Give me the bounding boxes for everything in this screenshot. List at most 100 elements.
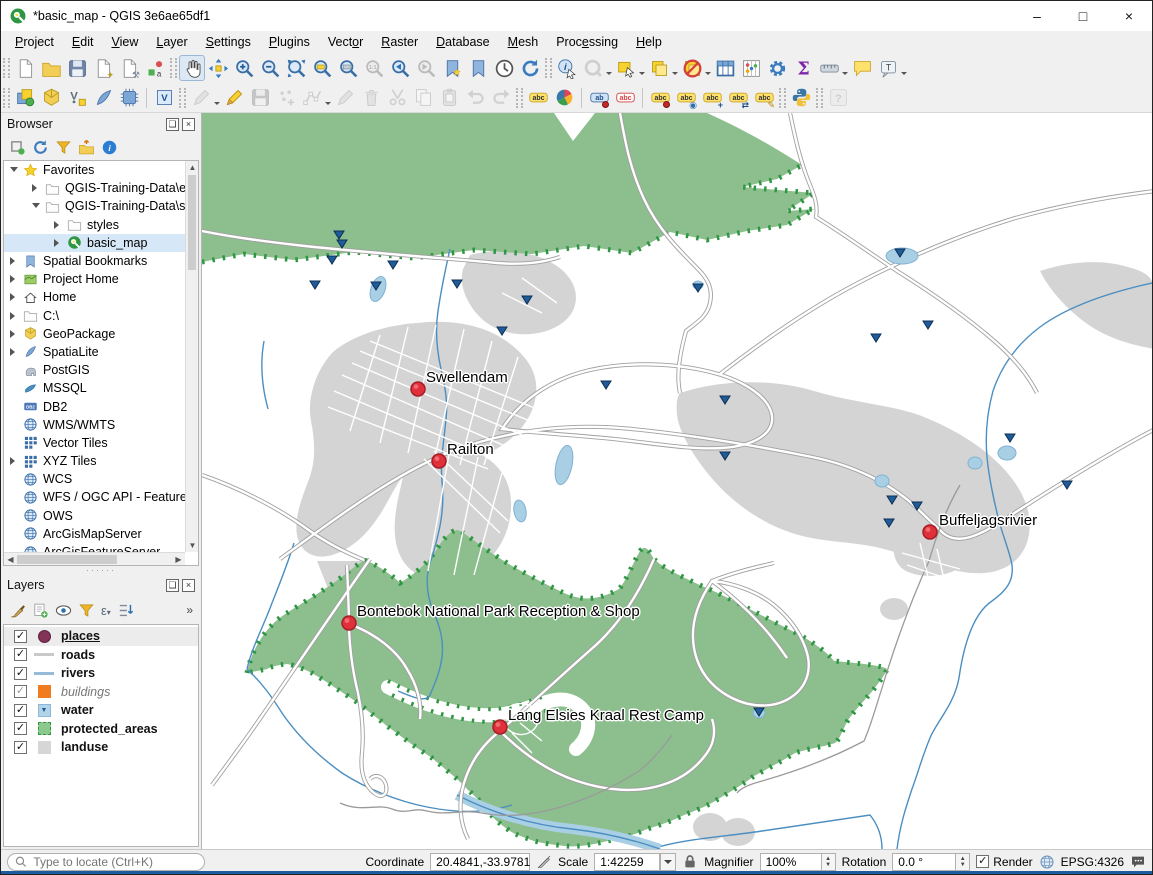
zoom-to-selection-button[interactable]	[309, 55, 335, 81]
processing-toolbox-button[interactable]	[764, 55, 790, 81]
scale-dropdown[interactable]	[660, 853, 676, 871]
create-label-button[interactable]: +	[699, 85, 725, 111]
browser-horizontal-scrollbar[interactable]: ◀ ▶	[4, 552, 185, 565]
toggle-editing-button[interactable]	[221, 85, 247, 111]
new-geopackage-layer-button[interactable]	[38, 85, 64, 111]
zoom-last-button[interactable]	[387, 55, 413, 81]
open-layer-styling-icon[interactable]	[9, 602, 26, 619]
zoom-full-extent-button[interactable]	[283, 55, 309, 81]
select-by-value-dropdown[interactable]	[672, 72, 678, 78]
new-print-layout-button[interactable]: ✦	[90, 55, 116, 81]
measure-dropdown[interactable]	[842, 72, 848, 78]
menu-settings[interactable]: Settings	[197, 33, 260, 51]
temporal-controller-button[interactable]	[491, 55, 517, 81]
browser-item-basic-map[interactable]: basic_map	[4, 234, 185, 252]
select-features-dropdown[interactable]	[639, 72, 645, 78]
layer-checkbox[interactable]: ✓	[14, 685, 27, 698]
scrollbar-thumb[interactable]	[17, 555, 117, 564]
refresh-map-button[interactable]	[517, 55, 543, 81]
coordinate-input[interactable]: 20.4841,-33.9781	[430, 853, 530, 871]
new-project-button[interactable]	[12, 55, 38, 81]
browser-item-ows[interactable]: OWS	[4, 507, 185, 525]
layer-row-water[interactable]: ✓▼water	[4, 701, 198, 720]
statistical-summary-button[interactable]	[738, 55, 764, 81]
tracking-icon[interactable]	[536, 854, 552, 870]
browser-item-arcgis-feature-server[interactable]: ArcGisFeatureServer	[4, 543, 185, 552]
title-bar[interactable]: *basic_map - QGIS 3e6ae65df1 – □ ×	[1, 1, 1152, 31]
toolbar-grip[interactable]	[516, 88, 523, 108]
pan-to-selection-button[interactable]	[205, 55, 231, 81]
layers-float-button[interactable]: ❏	[166, 579, 179, 592]
browser-item-wms-wmts[interactable]: WMS/WMTS	[4, 416, 185, 434]
pan-map-button[interactable]	[179, 55, 205, 81]
layer-checkbox[interactable]: ✓	[14, 704, 27, 717]
properties-widget-icon[interactable]	[101, 139, 118, 156]
browser-item-project-home[interactable]: Project Home	[4, 270, 185, 288]
measure-line-button[interactable]	[816, 55, 842, 81]
crs-status[interactable]: EPSG:4326	[1061, 855, 1124, 869]
menu-layer[interactable]: Layer	[147, 33, 196, 51]
text-annotation-button[interactable]	[875, 55, 901, 81]
menu-plugins[interactable]: Plugins	[260, 33, 319, 51]
minimize-button[interactable]: –	[1014, 1, 1060, 31]
new-spatialite-layer-button[interactable]	[90, 85, 116, 111]
open-data-source-manager-button[interactable]	[12, 85, 38, 111]
open-project-button[interactable]	[38, 55, 64, 81]
menu-edit[interactable]: Edit	[63, 33, 103, 51]
browser-item-db2[interactable]: DB2	[4, 397, 185, 415]
browser-item-geopackage[interactable]: GeoPackage	[4, 325, 185, 343]
show-statistical-summary-button[interactable]	[790, 55, 816, 81]
browser-item-mssql[interactable]: MSSQL	[4, 379, 185, 397]
vertex-tool-dropdown[interactable]	[325, 102, 331, 108]
expand-collapse-all-icon[interactable]	[117, 602, 134, 619]
browser-item-training-data-s[interactable]: QGIS-Training-Data\s	[4, 197, 185, 215]
browser-item-spatial-bookmarks[interactable]: Spatial Bookmarks	[4, 252, 185, 270]
open-attribute-table-button[interactable]	[712, 55, 738, 81]
locator-search[interactable]	[7, 853, 205, 871]
rotation-spinbox[interactable]: 0.0 °	[892, 853, 956, 871]
layer-row-landuse[interactable]: ✓landuse	[4, 738, 198, 757]
layer-checkbox[interactable]: ✓	[14, 667, 27, 680]
layers-toolbar-overflow[interactable]: »	[186, 603, 193, 617]
refresh-browser-icon[interactable]	[32, 139, 49, 156]
browser-close-button[interactable]: ×	[182, 118, 195, 131]
close-button[interactable]: ×	[1106, 1, 1152, 31]
layer-row-protected-areas[interactable]: ✓protected_areas	[4, 720, 198, 739]
show-spatial-bookmarks-button[interactable]	[465, 55, 491, 81]
add-selected-layers-icon[interactable]	[9, 139, 26, 156]
browser-item-favorites[interactable]: Favorites	[4, 161, 185, 179]
toolbar-grip[interactable]	[170, 58, 177, 78]
new-shapefile-layer-button[interactable]	[64, 85, 90, 111]
toolbar-grip[interactable]	[779, 88, 786, 108]
browser-item-home[interactable]: Home	[4, 288, 185, 306]
browser-float-button[interactable]: ❏	[166, 118, 179, 131]
layer-checkbox[interactable]: ✓	[14, 648, 27, 661]
pin-unpin-labels-button[interactable]	[586, 85, 612, 111]
magnifier-spin-buttons[interactable]: ▲▼	[822, 853, 836, 871]
collapse-all-icon[interactable]	[78, 139, 95, 156]
layer-row-places[interactable]: ✓places	[4, 627, 198, 646]
layer-row-rivers[interactable]: ✓rivers	[4, 664, 198, 683]
magnifier-spinbox[interactable]: 100%	[760, 853, 822, 871]
zoom-out-button[interactable]	[257, 55, 283, 81]
deselect-dropdown[interactable]	[705, 72, 711, 78]
toolbar-grip[interactable]	[545, 58, 552, 78]
select-features-button[interactable]	[613, 55, 639, 81]
run-feature-action-dropdown[interactable]	[606, 72, 612, 78]
filter-legend-icon[interactable]	[78, 602, 95, 619]
scale-combobox[interactable]: 1:42259	[594, 853, 660, 871]
identify-features-button[interactable]	[554, 55, 580, 81]
map-tips-button[interactable]	[849, 55, 875, 81]
new-virtual-layer-button[interactable]	[151, 85, 177, 111]
layer-row-buildings[interactable]: ✓buildings	[4, 683, 198, 702]
lock-scale-icon[interactable]	[682, 854, 698, 870]
menu-project[interactable]: Project	[6, 33, 63, 51]
browser-vertical-scrollbar[interactable]: ▲ ▼	[185, 161, 198, 552]
filter-expression-icon[interactable]: ε▾	[101, 603, 111, 618]
render-checkbox[interactable]: ✓ Render	[976, 855, 1032, 869]
toggle-label-visibility-button[interactable]: ◉	[673, 85, 699, 111]
menu-view[interactable]: View	[102, 33, 147, 51]
zoom-to-layer-button[interactable]	[335, 55, 361, 81]
menu-raster[interactable]: Raster	[372, 33, 427, 51]
save-project-button[interactable]	[64, 55, 90, 81]
